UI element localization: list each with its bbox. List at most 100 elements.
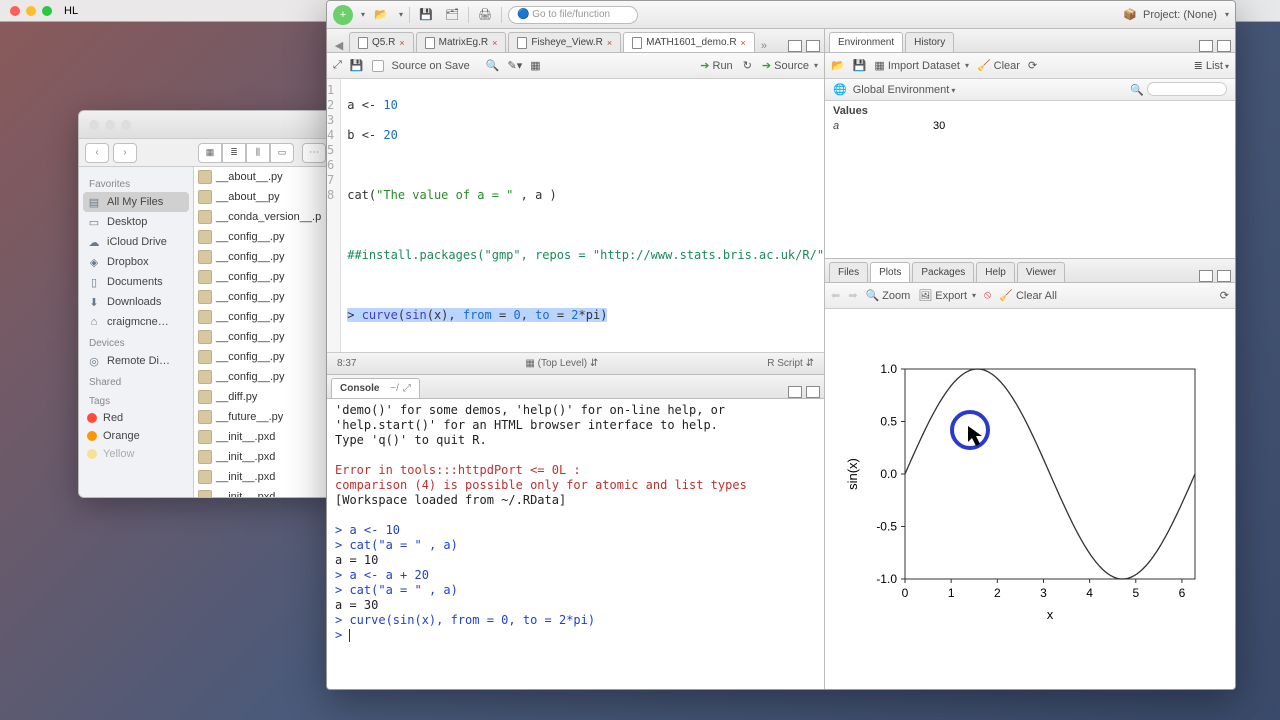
view-segment[interactable]: ▦ ≣ ⫼ ▭ [198,143,294,163]
editor-code[interactable]: a <- 10 b <- 20 cat("The value of a = " … [341,79,824,352]
print-icon[interactable]: 🖨 [475,5,495,25]
close-icon[interactable]: × [399,38,404,48]
view-mode-button[interactable]: ≣ List▾ [1194,59,1229,72]
goto-file-input[interactable]: 🔵 Go to file/function [508,6,638,24]
save-icon[interactable]: 💾 [350,59,364,72]
new-file-icon[interactable]: + [333,5,353,25]
report-icon[interactable]: ▦ [530,59,540,72]
tab-history[interactable]: History [905,32,954,52]
tab-fisheye[interactable]: Fisheye_View.R× [508,32,621,52]
maximize-pane-icon[interactable] [806,386,820,398]
finder-file-list[interactable]: __about__.py__about__py__conda_version__… [194,167,332,497]
save-icon[interactable]: 💾 [416,5,436,25]
list-item[interactable]: __future__.py [194,407,332,427]
save-workspace-icon[interactable]: 💾 [853,59,867,72]
maximize-pane-icon[interactable] [1217,40,1231,52]
plot-next-icon[interactable]: ➡ [848,289,857,302]
list-item[interactable]: __diff.py [194,387,332,407]
list-item[interactable]: __config__.py [194,327,332,347]
finder-titlebar[interactable] [79,111,332,139]
tab-environment[interactable]: Environment [829,32,903,52]
tab-matrixeg[interactable]: MatrixEg.R× [416,32,507,52]
env-search-input[interactable] [1147,82,1227,96]
sidebar-item-home[interactable]: ⌂craigmcne… [79,312,193,332]
forward-button[interactable]: › [113,143,137,163]
refresh-plots-icon[interactable]: ⟳ [1220,289,1229,302]
list-item[interactable]: __config__.py [194,307,332,327]
run-button[interactable]: ➔Run [700,59,732,72]
plot-canvas[interactable]: -1.0-0.50.00.51.00123456xsin(x) [825,309,1235,689]
minimize-pane-icon[interactable] [788,386,802,398]
refresh-icon[interactable]: ⟳ [1028,59,1037,72]
maximize-pane-icon[interactable] [1217,270,1231,282]
save-all-icon[interactable]: 🗂 [442,5,462,25]
minimize-pane-icon[interactable] [1199,40,1213,52]
env-search-icon[interactable]: 🔍 [1130,82,1227,97]
back-button[interactable]: ‹ [85,143,109,163]
tab-console[interactable]: Console ~/ ⤢ [331,378,420,398]
view-icon-gallery[interactable]: ▭ [270,143,294,163]
tab-viewer[interactable]: Viewer [1017,262,1065,282]
import-dataset-button[interactable]: ▦ Import Dataset▾ [874,59,969,72]
open-file-icon[interactable]: 📂 [371,5,391,25]
list-item[interactable]: __init__.pxd [194,427,332,447]
list-item[interactable]: __init__.pxd [194,447,332,467]
list-item[interactable]: __conda_version__.p [194,207,332,227]
sidebar-tag-yellow[interactable]: Yellow [79,445,193,463]
list-item[interactable]: __config__.py [194,347,332,367]
sidebar-item-downloads[interactable]: ⬇Downloads [79,292,193,312]
code-editor[interactable]: 12345678 a <- 10 b <- 20 cat("The value … [327,79,824,352]
wand-icon[interactable]: ✎▾ [508,59,523,72]
sidebar-item-desktop[interactable]: ▭Desktop [79,212,193,232]
close-icon[interactable]: × [741,38,746,48]
load-workspace-icon[interactable]: 📂 [831,59,845,72]
sidebar-item-dropbox[interactable]: ◈Dropbox [79,252,193,272]
zoom-button[interactable]: 🔍 Zoom [865,289,910,302]
export-button[interactable]: 🖼 Export▾ [918,289,976,302]
project-label[interactable]: Project: (None) [1143,9,1217,21]
minimize-pane-icon[interactable] [1199,270,1213,282]
env-scope-selector[interactable]: Global Environment▾ [853,84,956,96]
remove-plot-icon[interactable]: ⦸ [984,289,991,302]
tab-help[interactable]: Help [976,262,1015,282]
tab-nav-left-icon[interactable]: ◀ [331,39,347,52]
env-row[interactable]: a 30 [833,120,1227,132]
list-item[interactable]: __config__.py [194,267,332,287]
tab-files[interactable]: Files [829,262,868,282]
minimize-pane-icon[interactable] [788,40,802,52]
list-item[interactable]: __config__.py [194,247,332,267]
list-item[interactable]: __config__.py [194,227,332,247]
source-button[interactable]: ➔Source▾ [762,59,818,72]
sidebar-tag-red[interactable]: Red [79,409,193,427]
tab-q5[interactable]: Q5.R× [349,32,414,52]
source-on-save-checkbox[interactable] [372,60,384,72]
rerun-icon[interactable]: ↻ [743,59,752,72]
language-label[interactable]: R Script ⇵ [767,358,814,369]
list-item[interactable]: __init__.pxd [194,467,332,487]
sidebar-item-remotedisc[interactable]: ◎Remote Di… [79,351,193,371]
clear-all-button[interactable]: 🧹 Clear All [999,289,1057,302]
console-popout-icon[interactable]: ⤢ [403,383,411,394]
view-icon-columns[interactable]: ⫼ [246,143,270,163]
share-button[interactable]: ⋯ [302,143,326,163]
tab-math1601[interactable]: MATH1601_demo.R× [623,32,755,52]
popout-icon[interactable]: ⤢ [333,59,342,72]
maximize-pane-icon[interactable] [806,40,820,52]
list-item[interactable]: __about__.py [194,167,332,187]
list-item[interactable]: __about__py [194,187,332,207]
view-icon-grid[interactable]: ▦ [198,143,222,163]
plot-prev-icon[interactable]: ⬅ [831,289,840,302]
list-item[interactable]: __config__.py [194,367,332,387]
tab-packages[interactable]: Packages [912,262,974,282]
find-icon[interactable]: 🔍 [486,59,500,72]
tab-overflow-icon[interactable]: » [757,40,771,52]
clear-env-button[interactable]: 🧹 Clear [977,59,1020,72]
console-output[interactable]: 'demo()' for some demos, 'help()' for on… [327,399,824,689]
sidebar-item-allmyfiles[interactable]: ▤All My Files [83,192,189,212]
close-icon[interactable]: × [492,38,497,48]
list-item[interactable]: __init__.pxd [194,487,332,497]
scope-selector[interactable]: ▦ (Top Level) ⇵ [525,358,598,369]
sidebar-tag-orange[interactable]: Orange [79,427,193,445]
view-icon-list[interactable]: ≣ [222,143,246,163]
sidebar-item-icloud[interactable]: ☁iCloud Drive [79,232,193,252]
